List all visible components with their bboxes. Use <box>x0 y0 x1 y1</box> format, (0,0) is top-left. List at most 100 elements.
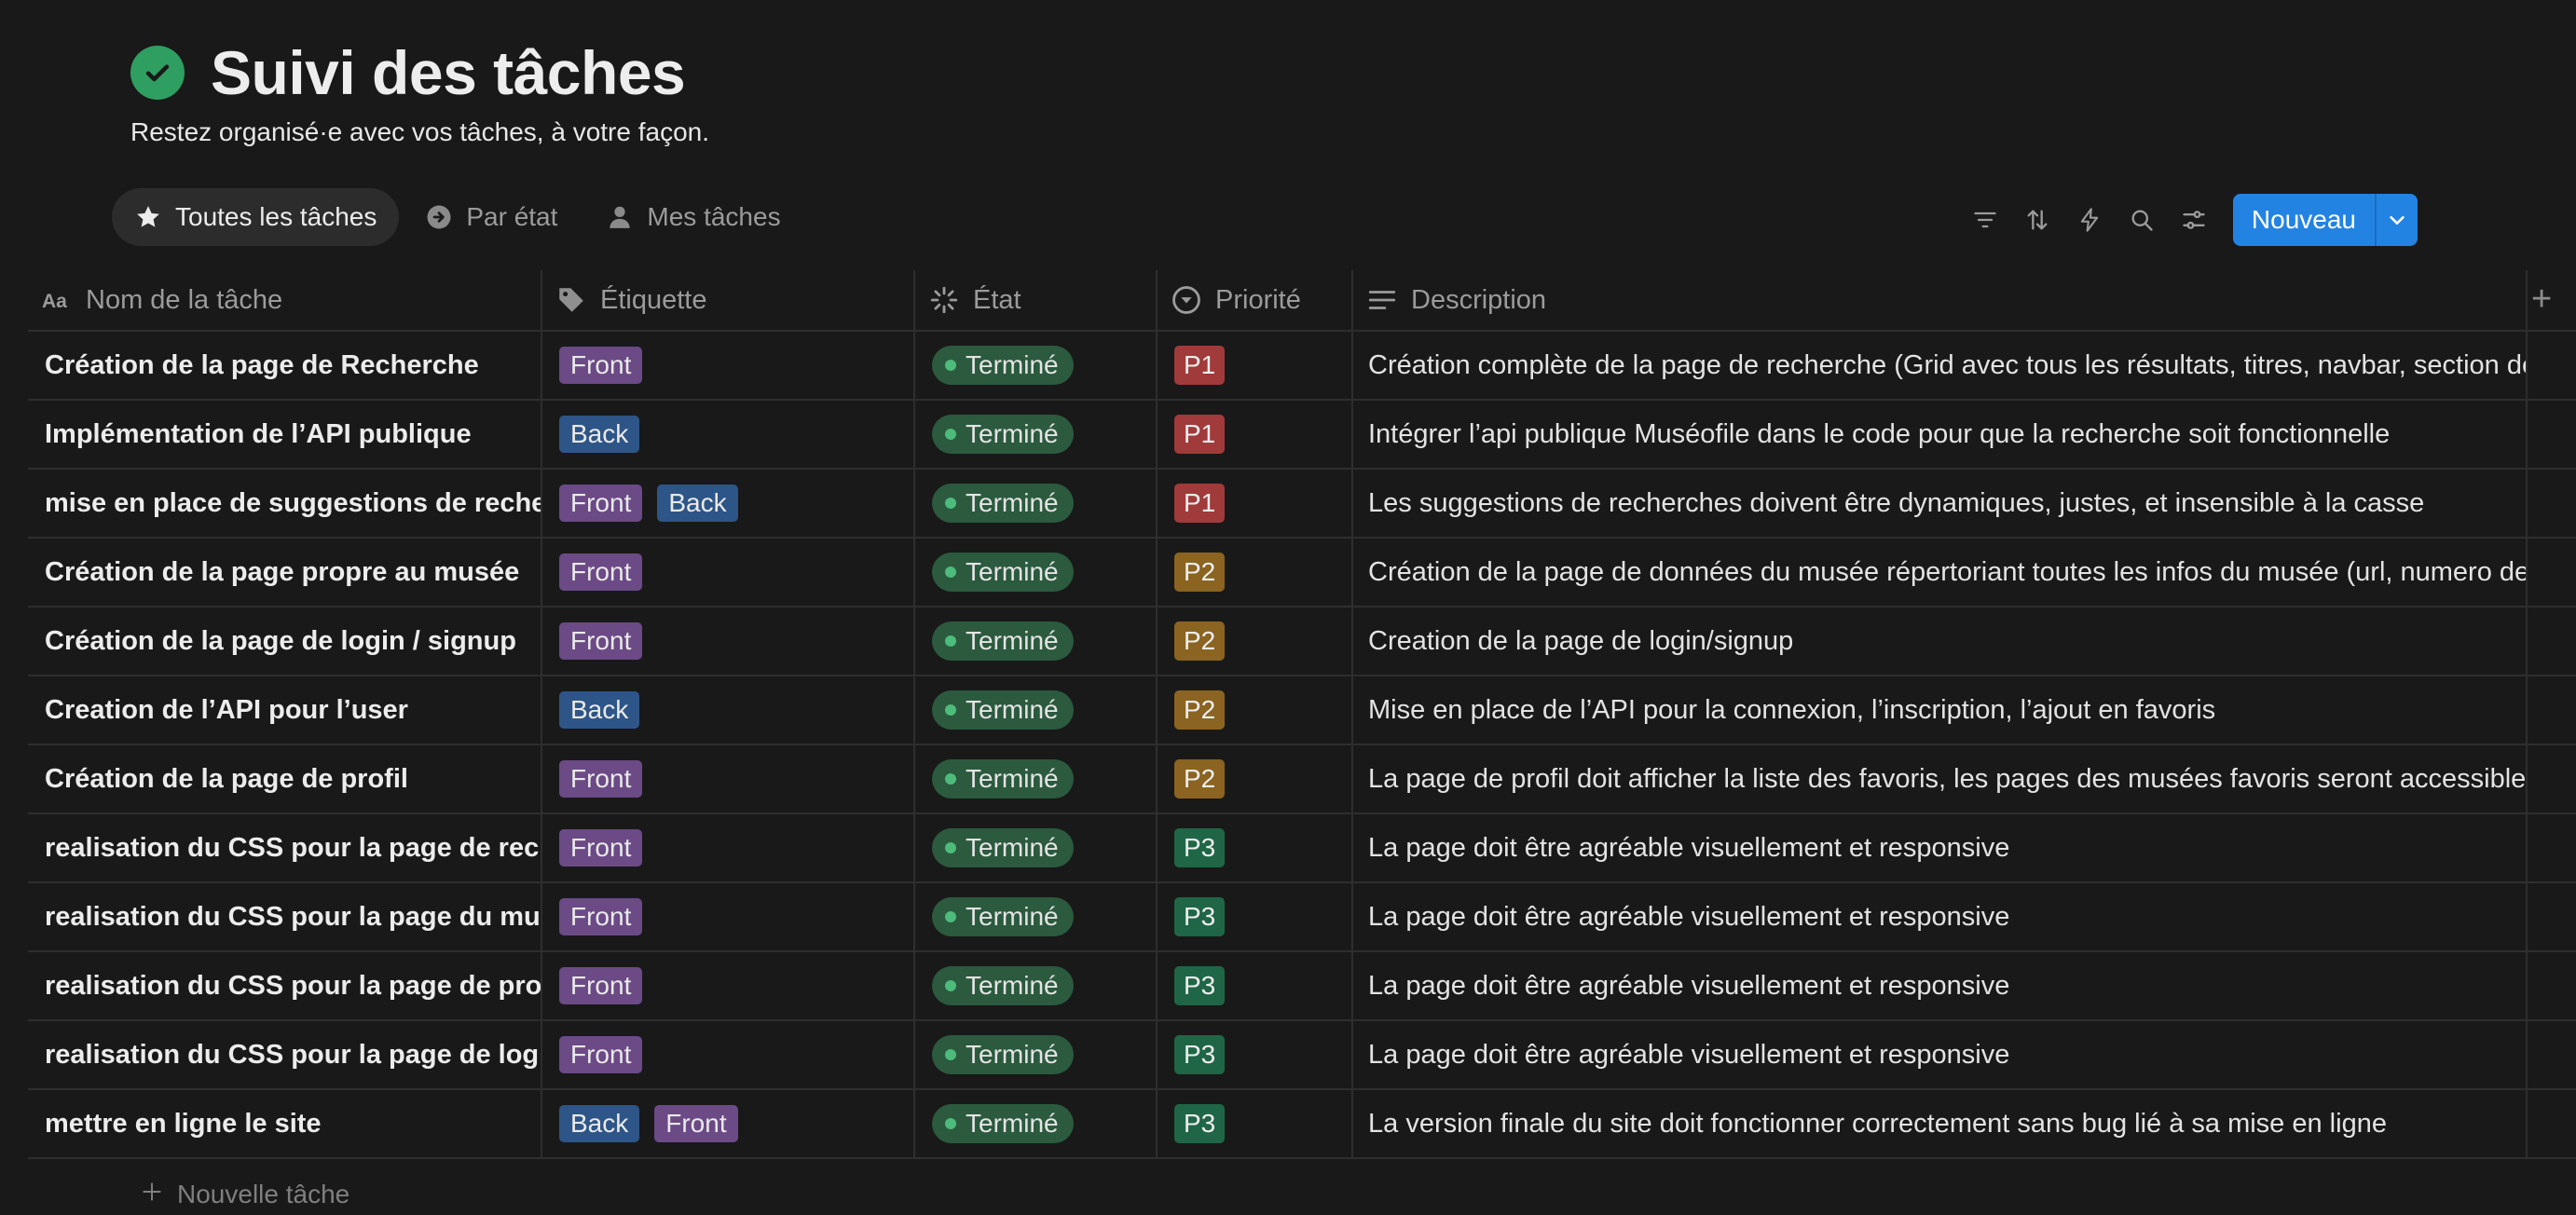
description-cell[interactable]: Création de la page de données du musée … <box>1353 539 2528 606</box>
state-cell[interactable]: Terminé <box>915 332 1158 399</box>
tag-cell[interactable]: Front <box>542 332 915 399</box>
description-cell[interactable]: Création complète de la page de recherch… <box>1353 332 2528 399</box>
tag-cell[interactable]: Front <box>542 814 915 881</box>
state-cell[interactable]: Terminé <box>915 745 1158 812</box>
tag-cell[interactable]: Front <box>542 1021 915 1088</box>
description-cell[interactable]: Creation de la page de login/signup <box>1353 608 2528 675</box>
status-label: Terminé <box>966 626 1059 655</box>
tag-cell[interactable]: Back <box>542 401 915 468</box>
priority-cell[interactable]: P3 <box>1158 952 1353 1019</box>
tab-all-tasks[interactable]: Toutes les tâches <box>112 188 400 246</box>
description-cell[interactable]: La version finale du site doit fonctionn… <box>1353 1090 2528 1157</box>
column-header-priority[interactable]: Priorité <box>1158 270 1353 330</box>
table-row[interactable]: Création de la page propre au musée Front… <box>28 539 2576 608</box>
priority-cell[interactable]: P3 <box>1158 1090 1353 1157</box>
priority-cell[interactable]: P3 <box>1158 814 1353 881</box>
page-subtitle[interactable]: Restez organisé·e avec vos tâches, à vot… <box>130 117 709 147</box>
task-name-cell[interactable]: realisation du CSS pour la page du musée <box>28 883 542 950</box>
task-name-cell[interactable]: Création de la page de Recherche <box>28 332 542 399</box>
new-task-button[interactable]: Nouveau <box>2233 194 2375 246</box>
priority-cell[interactable]: P2 <box>1158 745 1353 812</box>
state-cell[interactable]: Terminé <box>915 539 1158 606</box>
table-row[interactable]: Création de la page de login / signup Fro… <box>28 608 2576 676</box>
status-dot-icon <box>945 842 956 853</box>
task-name-cell[interactable]: Création de la page propre au musée <box>28 539 542 606</box>
task-name-cell[interactable]: mise en place de suggestions de recherch… <box>28 470 542 537</box>
priority-cell[interactable]: P3 <box>1158 883 1353 950</box>
table-row[interactable]: Création de la page de Recherche Front Ter… <box>28 332 2576 401</box>
task-name-cell[interactable]: Création de la page de login / signup <box>28 608 542 675</box>
description-cell[interactable]: Les suggestions de recherches doivent êt… <box>1353 470 2528 537</box>
tab-by-state[interactable]: Par état <box>403 188 580 246</box>
tag-cell[interactable]: Front <box>542 952 915 1019</box>
new-task-row[interactable]: Nouvelle tâche <box>140 1176 349 1212</box>
search-icon[interactable] <box>2116 194 2168 246</box>
table-row[interactable]: mise en place de suggestions de recherch… <box>28 470 2576 539</box>
state-cell[interactable]: Terminé <box>915 676 1158 744</box>
task-name-cell[interactable]: realisation du CSS pour la page de reche… <box>28 814 542 881</box>
page-title[interactable]: Suivi des tâches <box>211 37 686 108</box>
table-row[interactable]: realisation du CSS pour la page de profi… <box>28 952 2576 1021</box>
chevron-down-icon[interactable] <box>2375 194 2418 246</box>
tag-cell[interactable]: Front <box>542 745 915 812</box>
column-header-name[interactable]: Aa Nom de la tâche <box>28 270 542 330</box>
status-label: Terminé <box>966 833 1059 862</box>
state-cell[interactable]: Terminé <box>915 1021 1158 1088</box>
priority-cell[interactable]: P1 <box>1158 332 1353 399</box>
state-cell[interactable]: Terminé <box>915 883 1158 950</box>
table-row[interactable]: realisation du CSS pour la page de reche… <box>28 814 2576 883</box>
tag-cell[interactable]: Front Back <box>542 470 915 537</box>
priority-cell[interactable]: P2 <box>1158 676 1353 744</box>
tag-cell[interactable]: Back <box>542 676 915 744</box>
description-cell[interactable]: La page doit être agréable visuellement … <box>1353 883 2528 950</box>
status-badge: Terminé <box>932 415 1074 454</box>
state-cell[interactable]: Terminé <box>915 401 1158 468</box>
priority-cell[interactable]: P1 <box>1158 470 1353 537</box>
table-row[interactable]: realisation du CSS pour la page de login… <box>28 1021 2576 1090</box>
table-row[interactable]: mettre en ligne le site Back Front Terminé P… <box>28 1090 2576 1159</box>
task-name-cell[interactable]: Creation de l’API pour l’user <box>28 676 542 744</box>
tab-my-tasks[interactable]: Mes tâches <box>583 188 802 246</box>
priority-badge: P2 <box>1174 553 1226 592</box>
lightning-icon[interactable] <box>2063 194 2116 246</box>
settings-sliders-icon[interactable] <box>2168 194 2220 246</box>
column-header-description[interactable]: Description <box>1353 270 2528 330</box>
description-cell[interactable]: La page doit être agréable visuellement … <box>1353 952 2528 1019</box>
row-spacer-cell <box>2528 608 2576 675</box>
column-header-tag[interactable]: Étiquette <box>542 270 915 330</box>
priority-cell[interactable]: P2 <box>1158 539 1353 606</box>
sort-icon[interactable] <box>2011 194 2063 246</box>
filter-icon[interactable] <box>1959 194 2011 246</box>
priority-cell[interactable]: P2 <box>1158 608 1353 675</box>
description-cell[interactable]: Intégrer l’api publique Muséofile dans l… <box>1353 401 2528 468</box>
state-cell[interactable]: Terminé <box>915 952 1158 1019</box>
loading-spinner-icon <box>928 284 960 316</box>
state-cell[interactable]: Terminé <box>915 470 1158 537</box>
task-name-cell[interactable]: Création de la page de profil <box>28 745 542 812</box>
task-name-cell[interactable]: Implémentation de l’API publique <box>28 401 542 468</box>
description-cell[interactable]: La page doit être agréable visuellement … <box>1353 814 2528 881</box>
priority-cell[interactable]: P3 <box>1158 1021 1353 1088</box>
priority-cell[interactable]: P1 <box>1158 401 1353 468</box>
add-column-button[interactable]: + <box>2531 280 2552 320</box>
tag-cell[interactable]: Front <box>542 883 915 950</box>
tag-cell[interactable]: Back Front <box>542 1090 915 1157</box>
state-cell[interactable]: Terminé <box>915 1090 1158 1157</box>
check-circle-icon[interactable] <box>130 46 185 100</box>
tag-cell[interactable]: Front <box>542 539 915 606</box>
description-cell[interactable]: La page doit être agréable visuellement … <box>1353 1021 2528 1088</box>
task-name-cell[interactable]: realisation du CSS pour la page de login <box>28 1021 542 1088</box>
state-cell[interactable]: Terminé <box>915 814 1158 881</box>
table-row[interactable]: Creation de l’API pour l’user Back Terminé… <box>28 676 2576 745</box>
state-cell[interactable]: Terminé <box>915 608 1158 675</box>
task-name-cell[interactable]: mettre en ligne le site <box>28 1090 542 1157</box>
table-row[interactable]: realisation du CSS pour la page du musée… <box>28 883 2576 952</box>
column-header-state[interactable]: État <box>915 270 1158 330</box>
priority-badge: P1 <box>1174 484 1226 523</box>
description-cell[interactable]: La page de profil doit afficher la liste… <box>1353 745 2528 812</box>
table-row[interactable]: Implémentation de l’API publique Back Term… <box>28 401 2576 470</box>
table-row[interactable]: Création de la page de profil Front Termin… <box>28 745 2576 814</box>
description-cell[interactable]: Mise en place de l’API pour la connexion… <box>1353 676 2528 744</box>
tag-cell[interactable]: Front <box>542 608 915 675</box>
task-name-cell[interactable]: realisation du CSS pour la page de profi… <box>28 952 542 1019</box>
